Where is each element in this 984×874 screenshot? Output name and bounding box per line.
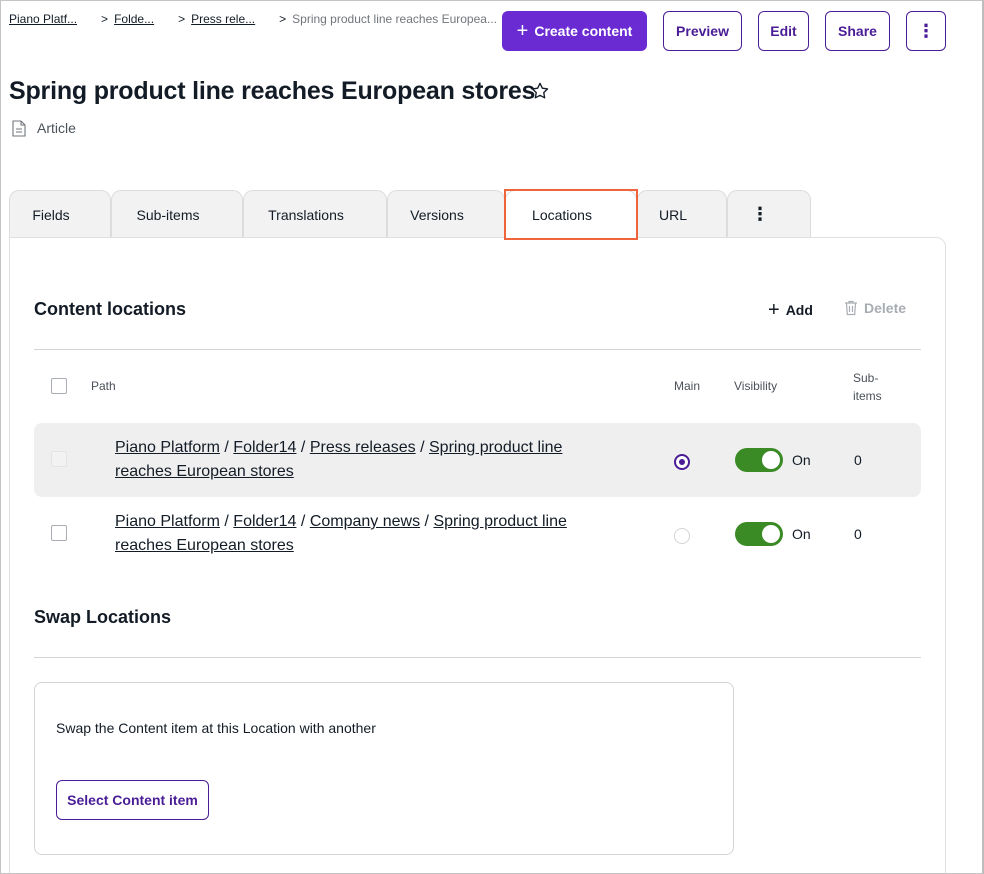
- visibility-label: On: [792, 526, 811, 542]
- app-frame: Piano Platf... > Folde... > Press rele..…: [0, 0, 984, 874]
- column-header-path: Path: [91, 379, 116, 393]
- tab-sub-items[interactable]: Sub-items: [111, 190, 243, 238]
- document-icon: [12, 120, 26, 142]
- edit-button[interactable]: Edit: [758, 11, 809, 51]
- plus-icon: +: [768, 299, 780, 321]
- content-locations-title: Content locations: [34, 299, 186, 319]
- breadcrumb-separator: >: [178, 12, 186, 26]
- visibility-label: On: [792, 452, 811, 468]
- breadcrumb-item-press-releases[interactable]: Press rele...: [191, 12, 255, 26]
- path-link[interactable]: reaches European stores: [115, 463, 294, 480]
- path-separator: /: [300, 513, 306, 530]
- tab-locations[interactable]: Locations: [505, 190, 637, 238]
- content-type-label: Article: [37, 120, 76, 136]
- select-content-item-button[interactable]: Select Content item: [56, 780, 209, 820]
- subitems-count: 0: [854, 526, 862, 542]
- column-header-subitems-line2: items: [853, 389, 882, 403]
- locations-panel: Content locations + Add Delete Path Main…: [9, 237, 946, 873]
- more-actions-button[interactable]: ⋮: [906, 11, 946, 51]
- path-separator: /: [224, 513, 229, 530]
- path-separator: /: [420, 439, 425, 456]
- tab-more[interactable]: ⋮: [727, 190, 811, 238]
- path-link[interactable]: Spring product line: [429, 439, 562, 456]
- path-link[interactable]: Folder14: [233, 513, 296, 530]
- preview-button[interactable]: Preview: [663, 11, 742, 51]
- create-content-label: Create content: [534, 23, 633, 39]
- column-header-main: Main: [674, 379, 701, 393]
- breadcrumb-item-folder[interactable]: Folde...: [114, 12, 154, 26]
- divider: [34, 657, 921, 658]
- column-header-subitems-line1: Sub-: [853, 371, 879, 385]
- breadcrumb-item-root[interactable]: Piano Platf...: [9, 12, 77, 26]
- page-title: Spring product line reaches European sto…: [9, 77, 536, 105]
- row-checkbox: [51, 451, 67, 467]
- path-separator: /: [300, 439, 306, 456]
- delete-location-button[interactable]: Delete: [844, 300, 906, 316]
- tab-translations[interactable]: Translations: [243, 190, 387, 238]
- plus-icon: +: [516, 20, 529, 42]
- add-location-button[interactable]: + Add: [768, 300, 813, 320]
- main-location-radio[interactable]: [674, 528, 690, 544]
- divider: [34, 349, 921, 350]
- share-button[interactable]: Share: [825, 11, 890, 51]
- visibility-toggle[interactable]: [735, 448, 783, 472]
- column-header-visibility: Visibility: [734, 379, 778, 393]
- swap-card: Swap the Content item at this Location w…: [34, 682, 734, 855]
- path-link[interactable]: Piano Platform: [115, 513, 220, 530]
- path-link[interactable]: Folder14: [233, 439, 296, 456]
- table-row: Piano Platform / Folder14 / Company news…: [34, 497, 921, 571]
- path-separator: /: [224, 439, 229, 456]
- trash-icon: [844, 300, 858, 316]
- tab-fields[interactable]: Fields: [9, 190, 111, 238]
- breadcrumb-separator: >: [279, 12, 287, 26]
- breadcrumb-separator: >: [101, 12, 109, 26]
- visibility-toggle[interactable]: [735, 522, 783, 546]
- add-label: Add: [785, 302, 813, 318]
- location-path: Piano Platform / Folder14 / Company news…: [115, 510, 615, 558]
- select-all-checkbox[interactable]: [51, 378, 67, 394]
- star-icon[interactable]: [530, 81, 550, 106]
- path-separator: /: [424, 513, 429, 530]
- column-header-subitems: Sub- items: [853, 369, 882, 405]
- delete-label: Delete: [864, 300, 907, 316]
- main-location-radio[interactable]: [674, 454, 690, 470]
- path-link[interactable]: Piano Platform: [115, 439, 220, 456]
- row-checkbox[interactable]: [51, 525, 67, 541]
- subitems-count: 0: [854, 452, 862, 468]
- location-path: Piano Platform / Folder14 / Press releas…: [115, 436, 615, 484]
- tab-url[interactable]: URL: [637, 190, 727, 238]
- swap-description: Swap the Content item at this Location w…: [56, 720, 376, 736]
- table-row: Piano Platform / Folder14 / Press releas…: [34, 423, 921, 497]
- breadcrumb-current: Spring product line reaches Europea...: [292, 12, 497, 26]
- path-link[interactable]: Company news: [310, 513, 420, 530]
- create-content-button[interactable]: + Create content: [502, 11, 647, 51]
- path-link[interactable]: Spring product line: [433, 513, 566, 530]
- breadcrumb: Piano Platf... > Folde... > Press rele..…: [9, 12, 497, 26]
- tab-versions[interactable]: Versions: [387, 190, 505, 238]
- path-link[interactable]: Press releases: [310, 439, 416, 456]
- swap-locations-title: Swap Locations: [34, 607, 172, 627]
- path-link[interactable]: reaches European stores: [115, 537, 294, 554]
